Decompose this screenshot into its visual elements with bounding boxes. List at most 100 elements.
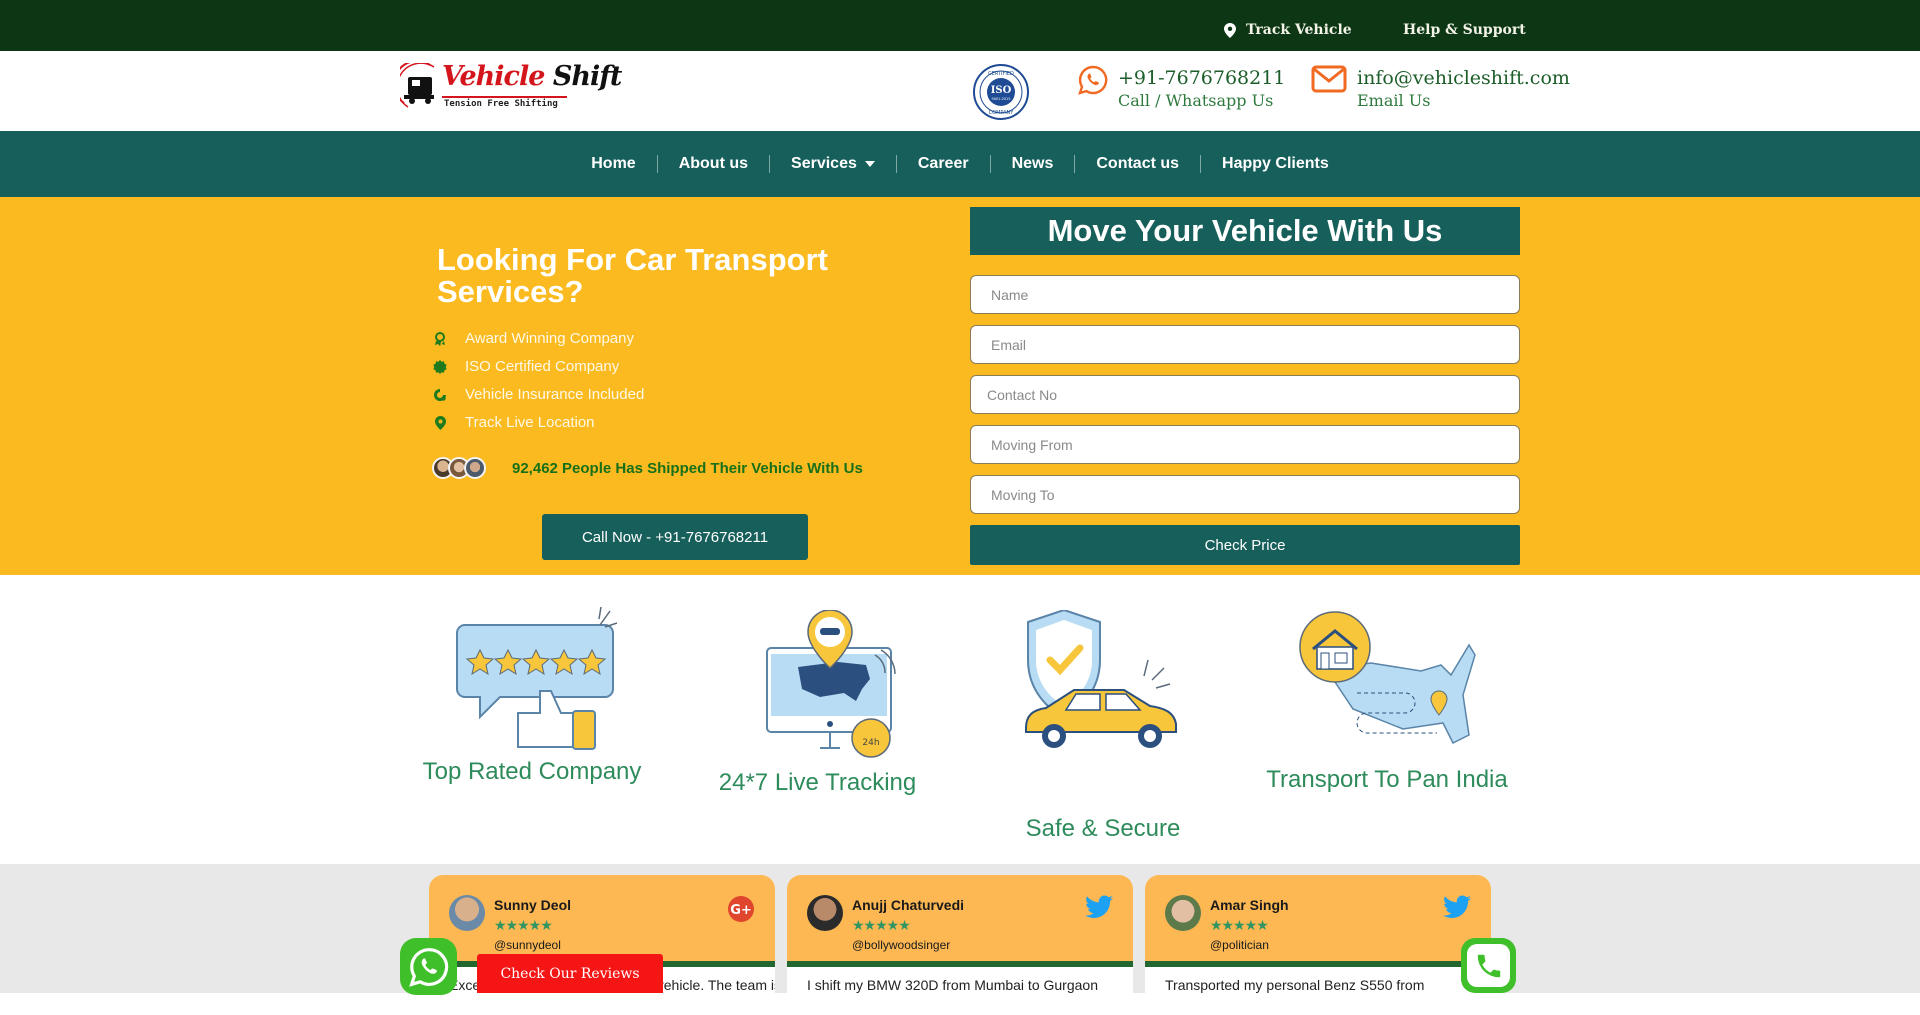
mail-icon — [1311, 65, 1347, 93]
reviewer-name: Amar Singh — [1210, 897, 1289, 913]
nav-services[interactable]: Services — [770, 155, 896, 173]
logo-tagline: Tension Free Shifting — [444, 99, 558, 109]
feature-card: 24h 24*7 Live Tracking — [710, 609, 925, 797]
phone-contact[interactable]: +91-7676768211 Call / Whatsapp Us — [1078, 65, 1285, 111]
contact-number-input[interactable] — [970, 375, 1520, 414]
main-nav: Home About us Services Career News Conta… — [0, 131, 1920, 197]
nav-career[interactable]: Career — [897, 155, 990, 173]
logo-text: Vehicle Shift — [442, 61, 622, 92]
review-card: Amar Singh ★★★★★ @politician Transported… — [1145, 875, 1491, 1015]
reviewer-avatar — [449, 895, 485, 931]
call-float-button[interactable] — [1461, 938, 1516, 993]
iso-certified-badge-icon: ISO 9001:2015 CERTIFIED COMPANY — [973, 64, 1029, 120]
review-card-header: Anujj Chaturvedi ★★★★★ @bollywoodsinger — [787, 875, 1133, 967]
nav-about-us[interactable]: About us — [658, 155, 769, 173]
feature-label: Safe & Secure — [1025, 815, 1181, 842]
feature-label: Transport To Pan India — [1266, 766, 1508, 793]
whatsapp-icon — [408, 947, 448, 987]
check-our-reviews-button[interactable]: Check Our Reviews — [477, 954, 663, 993]
review-text: I shift my BMW 320D from Mumbai to Gurga… — [807, 977, 1098, 993]
shipped-counter: 92,462 People Has Shipped Their Vehicle … — [432, 457, 863, 479]
reviewer-handle: @sunnydeol — [494, 938, 561, 952]
svg-text:G+: G+ — [730, 903, 752, 918]
name-input[interactable] — [970, 275, 1520, 314]
svg-text:ISO: ISO — [991, 85, 1012, 96]
review-text: Transported my personal Benz S550 from — [1165, 977, 1425, 993]
svg-text:9001:2015: 9001:2015 — [992, 97, 1011, 101]
reviewer-name: Anujj Chaturvedi — [852, 897, 965, 913]
site-header: Vehicle Shift Tension Free Shifting ISO … — [0, 51, 1920, 131]
phone-icon — [1477, 954, 1500, 977]
location-pin-icon — [1224, 22, 1236, 38]
caret-down-icon — [864, 161, 875, 167]
nav-home[interactable]: Home — [570, 155, 656, 173]
moving-from-input[interactable] — [970, 425, 1520, 464]
rating-thumbs-up-icon — [455, 606, 617, 750]
review-card: Anujj Chaturvedi ★★★★★ @bollywoodsinger … — [787, 875, 1133, 1015]
nav-contact-us[interactable]: Contact us — [1075, 155, 1200, 173]
feature-card: Transport To Pan India — [1262, 611, 1512, 794]
review-card-header: Amar Singh ★★★★★ @politician — [1145, 875, 1491, 967]
top-bar: Track Vehicle Help & Support — [0, 0, 1920, 51]
hero-title: Looking For Car Transport Services? — [437, 242, 828, 309]
reviewer-handle: @bollywoodsinger — [852, 938, 951, 952]
review-card: Sunny Deol ★★★★★ @sunnydeol G+ Excellent… — [429, 875, 775, 1015]
feature-item: Award Winning Company — [433, 330, 634, 347]
pan-india-map-icon — [1299, 611, 1476, 745]
certificate-icon — [433, 359, 447, 374]
feature-item: Vehicle Insurance Included — [433, 386, 644, 403]
check-price-button[interactable]: Check Price — [970, 525, 1520, 565]
live-tracking-monitor-icon: 24h — [766, 609, 896, 758]
avatar — [464, 457, 486, 479]
feature-card: Safe & Secure — [1003, 608, 1203, 843]
shipped-count-text: 92,462 People Has Shipped Their Vehicle … — [512, 459, 863, 477]
reviewer-avatar — [1165, 895, 1201, 931]
reviews-section: Sunny Deol ★★★★★ @sunnydeol G+ Excellent… — [0, 864, 1920, 1015]
quote-form-title: Move Your Vehicle With Us — [970, 207, 1520, 255]
location-pin-icon — [433, 415, 447, 430]
truck-logo-icon — [400, 63, 435, 108]
reviewer-avatar — [807, 895, 843, 931]
help-support-label: Help & Support — [1403, 22, 1526, 38]
whatsapp-icon — [1078, 65, 1108, 95]
reviewer-handle: @politician — [1210, 938, 1269, 952]
award-icon — [433, 331, 447, 346]
track-vehicle-label: Track Vehicle — [1246, 22, 1352, 38]
moving-to-input[interactable] — [970, 475, 1520, 514]
rating-stars: ★★★★★ — [852, 917, 911, 933]
rating-stars: ★★★★★ — [1210, 917, 1269, 933]
nav-happy-clients[interactable]: Happy Clients — [1201, 155, 1350, 173]
svg-text:24h: 24h — [862, 738, 879, 748]
svg-text:COMPANY: COMPANY — [989, 110, 1015, 116]
nav-news[interactable]: News — [991, 155, 1075, 173]
call-icon-frame — [1467, 944, 1510, 987]
email-contact[interactable]: info@vehicleshift.com Email Us — [1311, 65, 1570, 111]
svg-text:CERTIFIED: CERTIFIED — [988, 71, 1014, 77]
site-logo[interactable]: Vehicle Shift Tension Free Shifting — [400, 59, 622, 114]
feature-item: Track Live Location — [433, 414, 595, 431]
customer-avatars — [432, 457, 486, 479]
phone-label: Call / Whatsapp Us — [1118, 91, 1274, 110]
twitter-icon[interactable] — [1443, 895, 1471, 919]
whatsapp-float-button[interactable] — [400, 938, 457, 995]
email-address[interactable]: info@vehicleshift.com — [1357, 65, 1570, 91]
rating-stars: ★★★★★ — [494, 917, 553, 933]
reviewer-name: Sunny Deol — [494, 897, 572, 913]
features-section: Top Rated Company 24h 24*7 Live Tracking — [0, 575, 1920, 864]
track-vehicle-link[interactable]: Track Vehicle — [1224, 22, 1352, 38]
phone-number[interactable]: +91-7676768211 — [1118, 65, 1285, 91]
insurance-icon — [433, 388, 447, 402]
email-label: Email Us — [1357, 91, 1431, 110]
hero-section: Looking For Car Transport Services? Awar… — [0, 197, 1920, 575]
shield-car-icon — [1024, 608, 1177, 748]
call-now-button[interactable]: Call Now - +91-7676768211 — [542, 514, 808, 560]
logo-underline — [442, 96, 567, 98]
feature-label: 24*7 Live Tracking — [718, 769, 917, 796]
email-input[interactable] — [970, 325, 1520, 364]
feature-card: Top Rated Company — [422, 605, 642, 786]
feature-label: Top Rated Company — [422, 758, 642, 785]
feature-item: ISO Certified Company — [433, 358, 619, 375]
twitter-icon[interactable] — [1085, 895, 1113, 919]
google-plus-icon[interactable]: G+ — [727, 895, 755, 923]
help-support-link[interactable]: Help & Support — [1403, 22, 1526, 38]
